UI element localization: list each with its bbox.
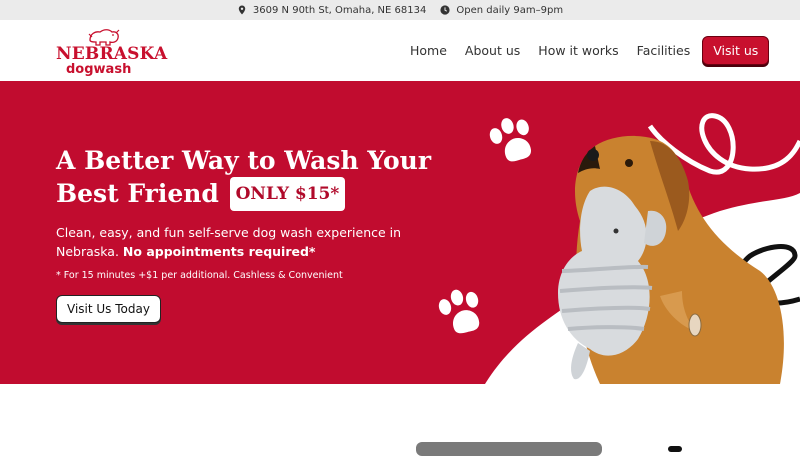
pricing-note: * For 15 minutes +$1 per additional. Cas… bbox=[56, 270, 343, 281]
hero-section: A Better Way to Wash Your Best Friend ON… bbox=[0, 81, 800, 384]
location-pin-icon bbox=[237, 5, 247, 15]
price-badge: ONLY $15* bbox=[229, 177, 346, 211]
below-fold-content bbox=[0, 384, 800, 456]
address-text: 3609 N 90th St, Omaha, NE 68134 bbox=[252, 4, 427, 16]
paw-print-icon bbox=[489, 118, 531, 162]
hero-title: A Better Way to Wash Your Best Friend ON… bbox=[56, 145, 476, 211]
visit-us-today-button[interactable]: Visit Us Today bbox=[56, 295, 161, 323]
address-item: 3609 N 90th St, Omaha, NE 68134 bbox=[237, 5, 426, 16]
top-info-bar: 3609 N 90th St, Omaha, NE 68134 Open dai… bbox=[0, 0, 800, 20]
main-nav: Home About us How it works Facilities Vi… bbox=[410, 20, 770, 81]
nav-about-us[interactable]: About us bbox=[465, 43, 520, 58]
hours-item: Open daily 9am–9pm bbox=[440, 5, 563, 16]
nav-facilities[interactable]: Facilities bbox=[637, 43, 691, 58]
site-header: NEBRASKA dogwash Home About us How it wo… bbox=[0, 20, 800, 81]
nav-home[interactable]: Home bbox=[410, 43, 447, 58]
dog-logo-icon bbox=[88, 29, 120, 46]
brand-name-line1: NEBRASKA bbox=[56, 44, 168, 64]
hero-dog-illustration bbox=[438, 113, 800, 384]
paw-print-icon bbox=[438, 289, 480, 334]
nav-how-it-works[interactable]: How it works bbox=[538, 43, 618, 58]
hours-text: Open daily 9am–9pm bbox=[456, 4, 564, 16]
hero-description-bold: No appointments required* bbox=[122, 244, 316, 259]
decorative-line-edge bbox=[668, 446, 682, 452]
image-top-edge bbox=[416, 442, 602, 456]
brand-name-line2: dogwash bbox=[66, 62, 132, 77]
hero-description: Clean, easy, and fun self-serve dog wash… bbox=[56, 223, 456, 261]
clock-icon bbox=[440, 5, 450, 15]
visit-us-button[interactable]: Visit us bbox=[702, 36, 770, 65]
brand-logo[interactable]: NEBRASKA dogwash bbox=[56, 26, 167, 78]
